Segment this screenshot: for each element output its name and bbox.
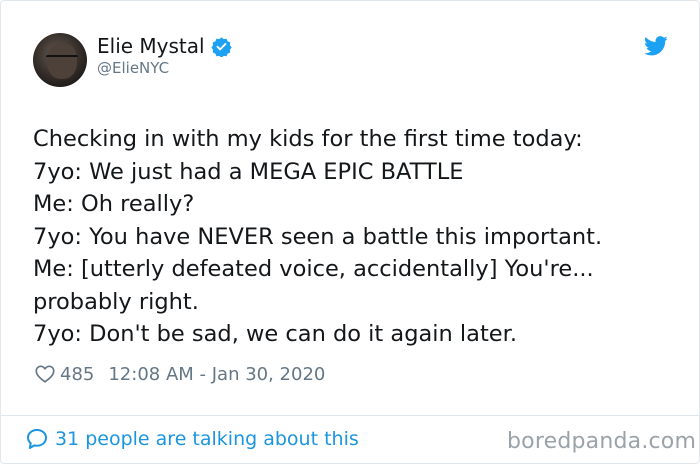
tweet-line: Me: Oh really? <box>33 191 195 217</box>
author-handle[interactable]: @ElieNYC <box>97 59 169 77</box>
speech-bubble-icon <box>27 429 47 449</box>
author-name[interactable]: Elie Mystal <box>97 34 205 58</box>
tweet-text: Checking in with my kids for the first t… <box>33 123 673 351</box>
talking-about-link[interactable]: 31 people are talking about this <box>25 427 359 451</box>
author-name-row: Elie Mystal <box>97 34 232 58</box>
tweet-meta: 485 12:08 AM - Jan 30, 2020 <box>34 363 325 385</box>
tweet-line: probably right. <box>33 288 199 315</box>
boredpanda-watermark: boredpanda.com <box>507 429 697 454</box>
avatar[interactable] <box>33 33 87 87</box>
like-count[interactable]: 485 <box>60 364 94 385</box>
twitter-bird-icon[interactable] <box>644 36 668 56</box>
verified-badge-icon <box>210 36 232 57</box>
avatar-glasses <box>46 55 78 63</box>
heart-icon[interactable] <box>34 363 56 385</box>
tweet-card: Elie Mystal @ElieNYC Checking in with my… <box>0 0 700 464</box>
tweet-line: Me: [utterly defeated voice, accidentall… <box>33 256 594 282</box>
tweet-line: 7yo: Don't be sad, we can do it again la… <box>33 321 517 347</box>
tweet-timestamp[interactable]: 12:08 AM - Jan 30, 2020 <box>108 364 325 385</box>
divider <box>1 415 699 416</box>
tweet-line: 7yo: We just had a MEGA EPIC BATTLE <box>33 158 464 185</box>
tweet-line: Checking in with my kids for the first t… <box>33 126 583 152</box>
talking-about-text: 31 people are talking about this <box>55 428 359 450</box>
tweet-line: 7yo: You have NEVER seen a battle this i… <box>33 223 603 250</box>
